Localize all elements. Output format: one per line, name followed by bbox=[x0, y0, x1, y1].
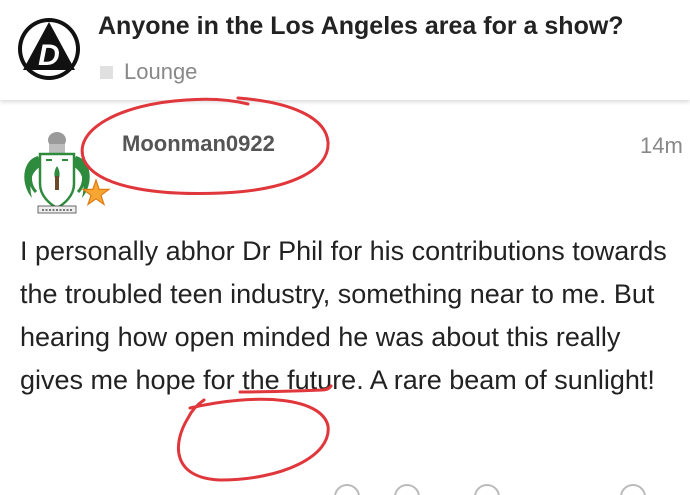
topic-title[interactable]: Anyone in the Los Angeles area for a sho… bbox=[98, 12, 624, 41]
post-actions-bar bbox=[330, 484, 690, 495]
heart-icon[interactable] bbox=[394, 484, 420, 495]
sunlight-circle-annotation bbox=[176, 397, 330, 482]
coat-of-arms-avatar-icon[interactable] bbox=[18, 126, 114, 216]
post-text: I personally abhor Dr Phil for his contr… bbox=[20, 236, 667, 395]
topic-header: D Anyone in the Los Angeles area for a s… bbox=[0, 0, 690, 100]
category-badge[interactable]: Lounge bbox=[100, 59, 198, 84]
share-icon[interactable] bbox=[474, 484, 500, 495]
category-color-swatch bbox=[100, 65, 113, 79]
category-label: Lounge bbox=[124, 59, 198, 84]
post-author-username[interactable]: Moonman0922 bbox=[122, 131, 275, 157]
more-icon[interactable] bbox=[620, 484, 646, 495]
post-body: I personally abhor Dr Phil for his contr… bbox=[20, 230, 685, 402]
like-icon[interactable] bbox=[334, 484, 360, 495]
d-triangle-logo-icon[interactable]: D bbox=[16, 14, 82, 84]
post-timestamp[interactable]: 14m bbox=[640, 133, 683, 159]
svg-text:D: D bbox=[38, 39, 60, 72]
